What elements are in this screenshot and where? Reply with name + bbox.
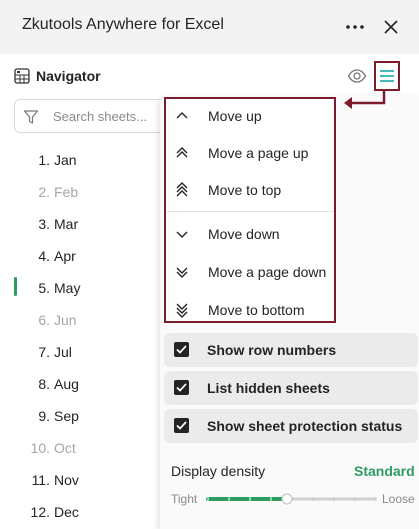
- triple-chevron-down-icon: [176, 303, 188, 318]
- display-density-value: Standard: [354, 463, 415, 479]
- move-down-label: Move down: [208, 226, 280, 242]
- app-title: Zkutools Anywhere for Excel: [22, 16, 224, 33]
- density-tight-label: Tight: [171, 492, 198, 506]
- active-sheet-indicator: [14, 277, 17, 296]
- sheet-number: 5.: [38, 280, 50, 296]
- triple-chevron-up-icon: [176, 182, 188, 197]
- sheet-name: Jul: [54, 344, 72, 360]
- sheet-number: 2.: [38, 184, 50, 200]
- checkbox-checked-icon[interactable]: [174, 380, 189, 395]
- sheet-item[interactable]: 4. Apr: [28, 244, 98, 268]
- move-down-item[interactable]: Move down: [166, 217, 334, 253]
- move-to-top-item[interactable]: Move to top: [166, 173, 334, 209]
- sheet-number: 7.: [38, 344, 50, 360]
- more-options-button[interactable]: [340, 12, 370, 42]
- chevron-up-icon: [176, 112, 188, 119]
- more-icon: [346, 25, 364, 29]
- sheet-number: 3.: [38, 216, 50, 232]
- show-protection-status-label: Show sheet protection status: [207, 418, 403, 434]
- sheet-name: Nov: [54, 472, 79, 488]
- density-loose-label: Loose: [382, 492, 415, 506]
- double-chevron-up-icon: [176, 147, 188, 158]
- hamburger-icon: [380, 70, 394, 82]
- menu-button[interactable]: [374, 61, 400, 91]
- sheet-number: 8.: [38, 376, 50, 392]
- menu-divider: [166, 211, 334, 212]
- sheet-name: Dec: [54, 504, 79, 520]
- double-chevron-down-icon: [176, 267, 188, 278]
- slider-knob: [281, 493, 293, 505]
- sheet-item[interactable]: 3. Mar: [28, 212, 98, 236]
- sheet-name: Mar: [54, 216, 79, 232]
- display-density-label: Display density: [171, 463, 266, 479]
- density-slider[interactable]: [206, 491, 378, 507]
- sheet-name: Jun: [54, 312, 77, 328]
- move-page-up-label: Move a page up: [208, 145, 309, 161]
- sheet-item[interactable]: 7. Jul: [28, 340, 98, 364]
- show-row-numbers-label: Show row numbers: [207, 342, 337, 358]
- sheet-number: 9.: [38, 408, 50, 424]
- annotation-arrow: [344, 90, 386, 109]
- sheet-item[interactable]: 8. Aug: [28, 372, 98, 396]
- navigator-title: Navigator: [36, 68, 101, 84]
- move-menu: Move up Move a page up Move to top Move …: [164, 97, 336, 323]
- close-icon: [384, 20, 398, 34]
- filter-icon: [23, 110, 39, 124]
- sheet-name: Apr: [54, 248, 76, 264]
- move-up-item[interactable]: Move up: [166, 99, 334, 135]
- checkbox-checked-icon[interactable]: [174, 418, 189, 433]
- move-page-down-item[interactable]: Move a page down: [166, 255, 334, 291]
- sheet-item[interactable]: 6. Jun: [28, 308, 98, 332]
- sheet-name: Jan: [54, 152, 77, 168]
- list-hidden-sheets-label: List hidden sheets: [207, 380, 330, 396]
- move-to-bottom-item[interactable]: Move to bottom: [166, 293, 334, 329]
- sheet-name: May: [54, 280, 81, 296]
- sheet-name: Feb: [54, 184, 79, 200]
- sheet-item[interactable]: 12. Dec: [28, 500, 98, 524]
- search-input[interactable]: [53, 107, 163, 125]
- sheet-name: Oct: [54, 440, 76, 456]
- chevron-down-icon: [176, 231, 188, 238]
- move-up-label: Move up: [208, 108, 262, 124]
- move-page-up-item[interactable]: Move a page up: [166, 136, 334, 172]
- checkbox-checked-icon[interactable]: [174, 342, 189, 357]
- show-protection-status-option[interactable]: Show sheet protection status: [164, 409, 418, 443]
- sheet-number: 10.: [30, 440, 50, 456]
- eye-icon[interactable]: [347, 68, 367, 84]
- sheet-number: 4.: [38, 248, 50, 264]
- list-hidden-sheets-option[interactable]: List hidden sheets: [164, 371, 418, 405]
- sheet-item[interactable]: 9. Sep: [28, 404, 98, 428]
- sheet-name: Aug: [54, 376, 79, 392]
- close-button[interactable]: [376, 12, 406, 42]
- sheet-item[interactable]: 2. Feb: [28, 180, 98, 204]
- sheet-number: 12.: [30, 504, 50, 520]
- sheet-number: 6.: [38, 312, 50, 328]
- navigator-logo-icon: [14, 68, 30, 84]
- title-bar: Zkutools Anywhere for Excel: [0, 0, 419, 54]
- show-row-numbers-option[interactable]: Show row numbers: [164, 333, 418, 367]
- sheet-item[interactable]: 1. Jan: [28, 148, 98, 172]
- sheet-number: 11.: [31, 472, 50, 488]
- move-to-bottom-label: Move to bottom: [208, 302, 305, 318]
- move-page-down-label: Move a page down: [208, 264, 327, 280]
- sheet-number: 1.: [38, 152, 50, 168]
- sheet-name: Sep: [54, 408, 79, 424]
- sheet-item[interactable]: 10. Oct: [28, 436, 98, 460]
- move-to-top-label: Move to top: [208, 182, 282, 198]
- sheet-item[interactable]: 11. Nov: [28, 468, 98, 492]
- search-box[interactable]: [14, 99, 164, 133]
- sheet-item[interactable]: 5. May: [28, 276, 98, 300]
